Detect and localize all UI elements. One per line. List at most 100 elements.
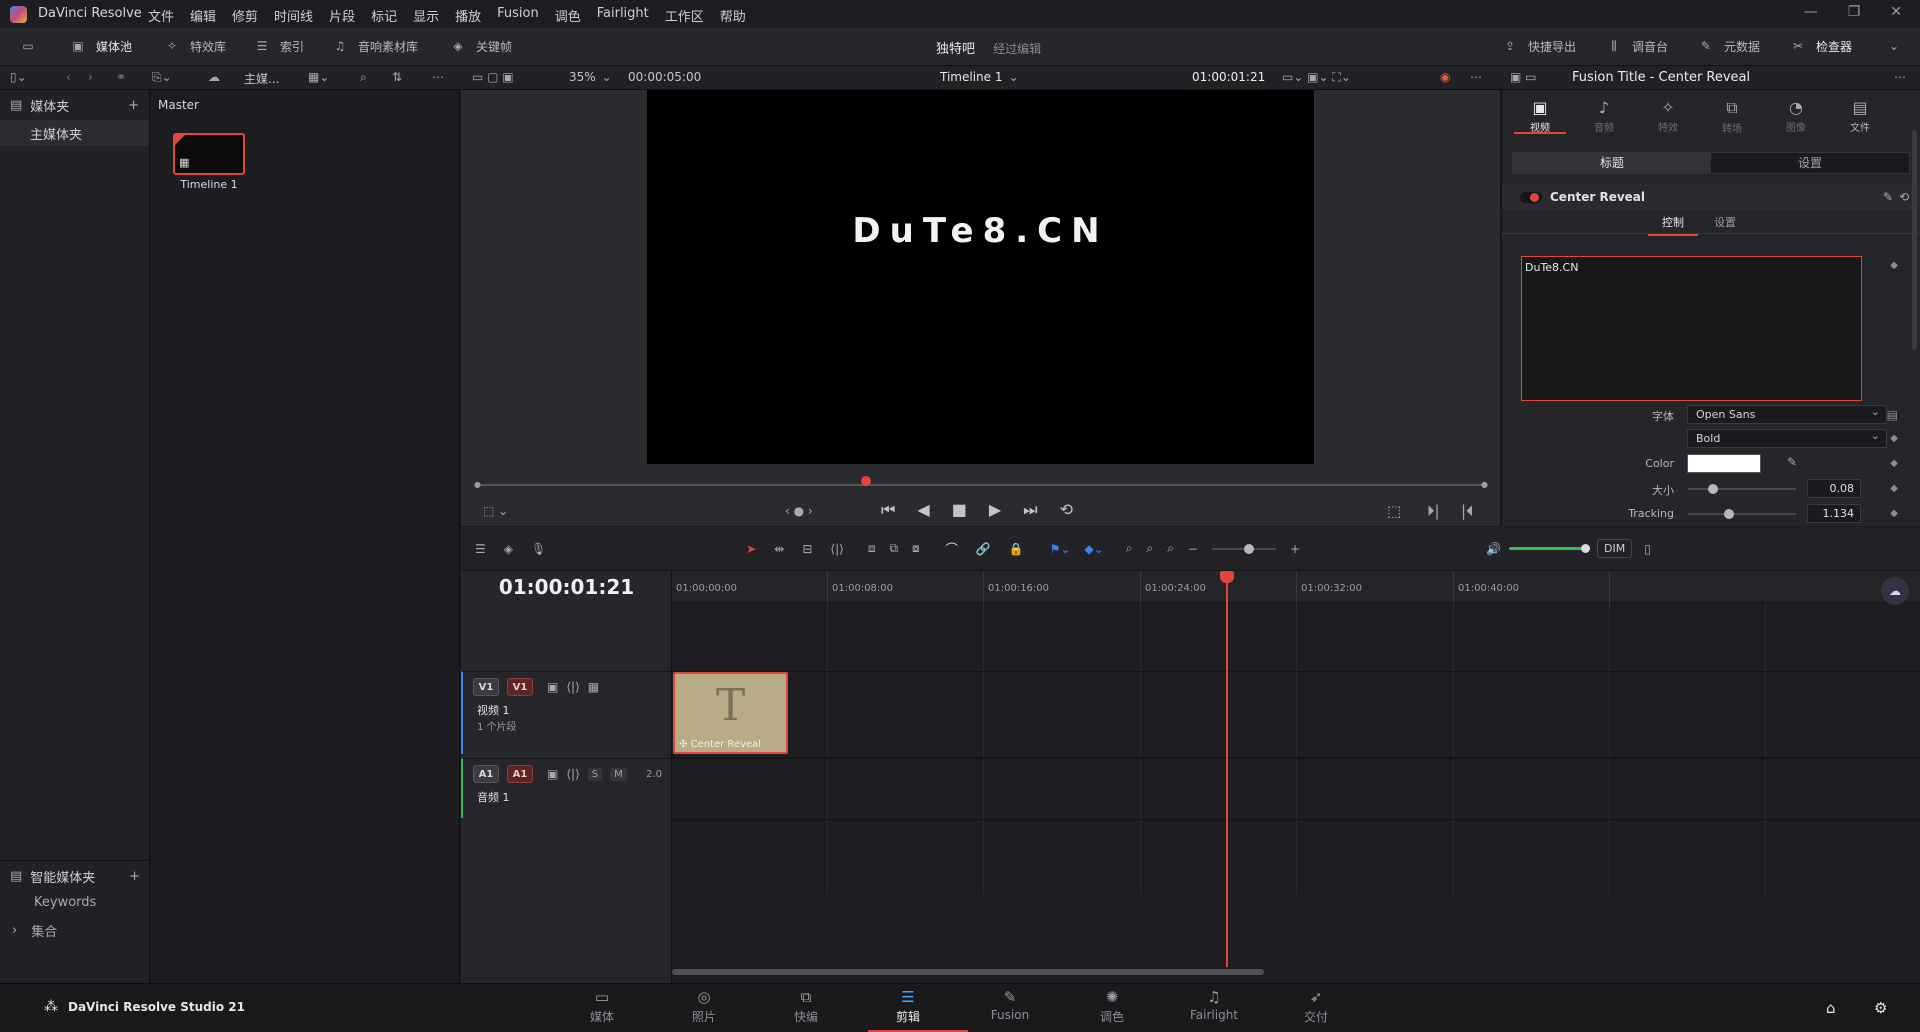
zoom-custom-icon[interactable]: ⌕ [1167,541,1174,556]
tab-video[interactable]: ▣ 视频 [1508,98,1572,134]
timeline-playhead[interactable] [1220,571,1234,967]
viewer-more-icon[interactable]: ⋯ [1470,70,1482,84]
media-pool-button[interactable]: ▣ 媒体池 [68,37,132,55]
play-icon[interactable]: ▶ [989,500,1001,520]
minimize-icon[interactable]: — [1804,4,1818,20]
track-tag-a1-dest[interactable]: A1 [507,765,533,783]
menu-clip[interactable]: 片段 [329,6,355,25]
menu-view[interactable]: 显示 [413,6,439,25]
import-icon[interactable]: ⎘⌄ [152,70,172,85]
effect-tool-icon[interactable]: ✎ [1883,190,1893,204]
tab-transition[interactable]: ⧉ 转场 [1700,98,1764,135]
font-select[interactable]: Open Sans [1687,405,1887,424]
menu-timeline[interactable]: 时间线 [274,6,313,25]
nav-media[interactable]: ▭ 媒体 [562,988,642,1025]
stop-icon[interactable]: ■ [952,500,967,520]
loop-icon[interactable]: ⟲ [1060,500,1073,520]
sort-icon[interactable]: ⇅ [392,70,402,84]
viewer-mode-icon[interactable]: ▭ ▢ ▣ [472,70,514,84]
panel-toggle-icon[interactable]: ▯⌄ [10,70,27,84]
audio-auto-select-icon[interactable]: ⟨|⟩ [566,767,579,781]
size-value[interactable]: 0.08 [1807,479,1861,498]
tracking-value[interactable]: 1.134 [1807,504,1861,523]
maximize-icon[interactable]: ❐ [1848,4,1861,20]
audio-lock-icon[interactable]: ▣ [547,767,558,781]
menu-fairlight[interactable]: Fairlight [597,6,649,25]
zoom-detail-icon[interactable]: ⌕ [1146,541,1153,556]
workspace-icon[interactable]: ▭ [18,37,38,55]
replace-clip-icon[interactable]: ⧇ [912,541,920,556]
flag-icon[interactable]: ⚑⌄ [1050,542,1071,556]
menu-playback[interactable]: 播放 [455,6,481,25]
nav-edit[interactable]: ☰ 剪辑 [868,988,968,1032]
size-slider[interactable] [1688,484,1796,494]
font-style-select[interactable]: Bold [1687,429,1887,448]
scrubber-head[interactable] [861,476,871,486]
track-lock-icon[interactable]: ▣ [547,680,558,694]
tracking-keyframe-icon[interactable]: ◆ [1890,508,1898,519]
controls-tab-settings[interactable]: 设置 [1700,214,1750,230]
dynamic-trim-icon[interactable]: ⊟ [802,542,812,556]
text-keyframe-icon[interactable]: ◆ [1890,260,1898,271]
sync-icon[interactable]: ☁ [1881,577,1909,605]
skip-end-icon[interactable]: ⏭ [1023,500,1037,520]
style-keyframe-icon[interactable]: ◆ [1890,433,1898,444]
menu-workspace[interactable]: 工作区 [665,6,704,25]
selection-pointer-icon[interactable]: ➤ [746,542,756,556]
insert-clip-icon[interactable]: ⧈ [868,541,876,556]
sound-library-button[interactable]: ♫ 音响素材库 [330,37,418,55]
zoom-out-icon[interactable]: − [1188,542,1198,556]
menu-file[interactable]: 文件 [148,6,174,25]
clip-thumbnail[interactable]: ▦ Timeline 1 [173,133,245,191]
eye-icon[interactable]: ◈ [504,542,513,556]
volume-icon[interactable]: 🔊 [1486,542,1501,556]
nav-fusion[interactable]: ✎ Fusion [970,988,1050,1022]
tab-image[interactable]: ◔ 图像 [1764,98,1828,134]
tab-effects[interactable]: ✧ 特效 [1636,98,1700,134]
track-tag-a1[interactable]: A1 [473,765,499,783]
timeline-tracks[interactable]: T ✣ Center Reveal [672,603,1920,983]
viewer-scrubber[interactable]: ● ● [474,476,1488,489]
meter-icon[interactable]: ▯ [1644,542,1651,556]
font-palette-icon[interactable]: ▤ [1887,408,1898,422]
subtab-settings[interactable]: 设置 [1711,153,1909,173]
keyframes-button[interactable]: ◈ 关键帧 [448,37,512,55]
audio-track-header[interactable]: A1 A1 ▣ ⟨|⟩ S M 2.0 音频 1 [461,758,672,818]
menu-color[interactable]: 调色 [555,6,581,25]
link-icon[interactable]: ⚭ [116,70,126,84]
mixer-button[interactable]: ⫼ 调音台 [1604,37,1668,55]
menu-help[interactable]: 帮助 [720,6,746,25]
jog-icon[interactable]: ‹ ● › [785,504,813,518]
color-swatch[interactable] [1687,454,1761,473]
grid-view-icon[interactable]: ▦⌄ [308,70,329,84]
nav-back-icon[interactable]: ‹ [66,70,71,84]
reverse-icon[interactable]: ◀ [917,500,929,520]
solo-button[interactable]: S [587,767,603,781]
mute-button[interactable]: M [610,767,627,781]
marker-icon[interactable]: ◆⌄ [1084,542,1103,556]
trim-tool-icon[interactable]: ⇹ [774,542,784,556]
color-keyframe-icon[interactable]: ◆ [1890,458,1898,469]
zoom-in-icon[interactable]: + [1290,542,1300,556]
title-clip[interactable]: T ✣ Center Reveal [673,672,788,754]
add-smart-bin-icon[interactable]: + [129,869,140,884]
lock-icon[interactable]: 🔒 [1009,542,1024,556]
close-icon[interactable]: ✕ [1890,4,1902,20]
cloud-icon[interactable]: ☁ [208,70,220,84]
text-input[interactable]: DuTe8.CN [1521,256,1862,401]
menu-mark[interactable]: 标记 [371,6,397,25]
zoom-select[interactable]: 35% ⌄ [569,70,612,84]
viewer-screen[interactable]: DuTe8.CN [647,90,1314,464]
nav-cut[interactable]: ⧉ 快编 [766,988,846,1025]
reset-icon[interactable]: ⟲ [1899,190,1909,204]
bin-path[interactable]: 主媒... [244,70,279,87]
inspector-more-icon[interactable]: ⋯ [1894,70,1906,84]
track-tag-v1-dest[interactable]: V1 [507,678,533,696]
zoom-full-icon[interactable]: ⌕ [1126,541,1133,556]
tab-audio[interactable]: ♪ 音频 [1572,98,1636,134]
viewer-options-icon[interactable]: ▭⌄ ▣⌄ ⛶⌄ [1282,70,1351,85]
timeline-scrollbar[interactable] [672,969,1264,975]
linked-selection-icon[interactable]: 🔗 [976,542,991,556]
next-edit-icon[interactable]: ⏵| [1427,502,1440,520]
metadata-button[interactable]: ✎ 元数据 [1696,37,1760,55]
